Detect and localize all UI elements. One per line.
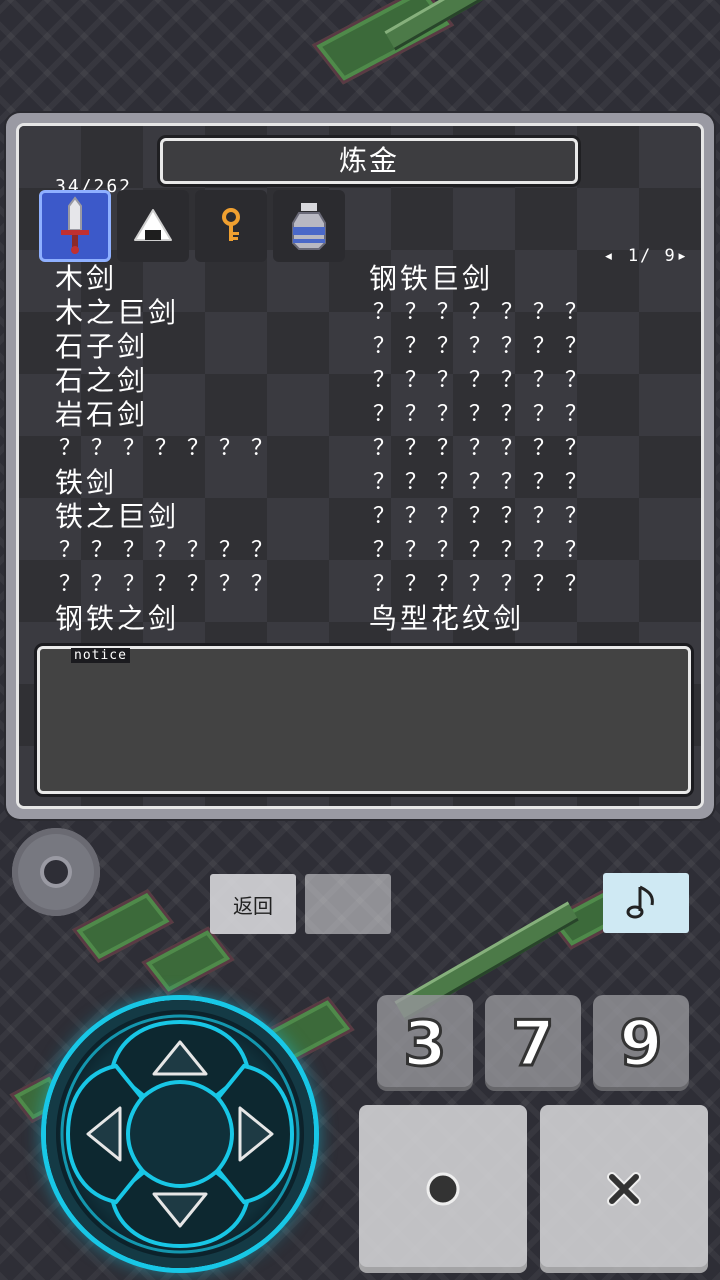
recipe-item-unknown[interactable]: ？？？？？？？ [369,330,689,364]
recipe-item[interactable]: 石之剑 [55,364,375,398]
number-button-9[interactable]: 9 [593,995,689,1091]
recipe-item-unknown[interactable]: ？？？？？？？ [369,296,689,330]
cross-icon [607,1172,641,1206]
arrow-down-icon [152,1192,208,1228]
recipe-item[interactable]: 铁之巨剑 [55,500,375,534]
recipe-item[interactable]: 铁剑 [55,466,375,500]
recipe-item[interactable]: 岩石剑 [55,398,375,432]
recipe-item[interactable]: 鸟型花纹剑 [369,602,689,636]
alchemy-window: 炼金 34/262 ◂ 1/ 9▸ 木剑 木之巨剑 石子剑 石之剑 岩石剑 ？？… [6,113,714,819]
alchemy-window-inner: 炼金 34/262 ◂ 1/ 9▸ 木剑 木之巨剑 石子剑 石之剑 岩石剑 ？？… [16,123,704,809]
recipe-item[interactable]: 石子剑 [55,330,375,364]
recipe-list-right: 钢铁巨剑 ？？？？？？？ ？？？？？？？ ？？？？？？？ ？？？？？？？ ？？？… [369,262,689,636]
sword-icon [61,196,89,254]
dpad-right[interactable] [232,1104,280,1164]
recipe-item[interactable]: 钢铁之剑 [55,602,375,636]
number-button-7[interactable]: 7 [485,995,581,1091]
back-button[interactable]: 返回 [210,874,296,934]
blank-button[interactable] [305,874,391,934]
recipe-item-unknown[interactable]: ？？？？？？？ [369,500,689,534]
notice-box [37,646,691,794]
recipe-list-left: 木剑 木之巨剑 石子剑 石之剑 岩石剑 ？？？？？？？ 铁剑 铁之巨剑 ？？？？… [55,262,375,636]
recipe-item[interactable]: 钢铁巨剑 [369,262,689,296]
recipe-item-unknown[interactable]: ？？？？？？？ [369,432,689,466]
music-button[interactable] [603,873,689,933]
recipe-item-unknown[interactable]: ？？？？？？？ [369,466,689,500]
tab-weapon[interactable] [39,190,111,262]
onigiri-icon [134,209,172,241]
dpad-down[interactable] [150,1186,210,1234]
key-icon [222,208,240,241]
recipe-item[interactable]: 木剑 [55,262,375,296]
circle-icon [426,1172,460,1206]
gear-icon[interactable] [12,828,100,916]
dpad-left[interactable] [80,1104,128,1164]
notice-text [40,649,688,669]
dpad[interactable] [46,1000,314,1268]
recipe-item-unknown[interactable]: ？？？？？？？ [55,534,375,568]
arrow-up-icon [152,1040,208,1076]
tab-jar[interactable] [273,190,345,262]
recipe-item[interactable]: 木之巨剑 [55,296,375,330]
confirm-button[interactable] [359,1105,527,1273]
music-note-icon [626,885,654,919]
recipe-item-unknown[interactable]: ？？？？？？？ [369,398,689,432]
jar-icon [292,203,326,250]
recipe-item-unknown[interactable]: ？？？？？？？ [369,568,689,602]
arrow-left-icon [86,1106,122,1162]
recipe-item-unknown[interactable]: ？？？？？？？ [55,568,375,602]
map-tile [141,926,235,996]
recipe-item-unknown[interactable]: ？？？？？？？ [369,534,689,568]
window-title: 炼金 [160,138,578,184]
notice-label: notice [71,648,130,663]
tab-food[interactable] [117,190,189,262]
recipe-item-unknown[interactable]: ？？？？？？？ [55,432,375,466]
arrow-right-icon [238,1106,274,1162]
dpad-up[interactable] [150,1034,210,1082]
recipe-item-unknown[interactable]: ？？？？？？？ [369,364,689,398]
cancel-button[interactable] [540,1105,708,1273]
tab-key[interactable] [195,190,267,262]
number-button-3[interactable]: 3 [377,995,473,1091]
